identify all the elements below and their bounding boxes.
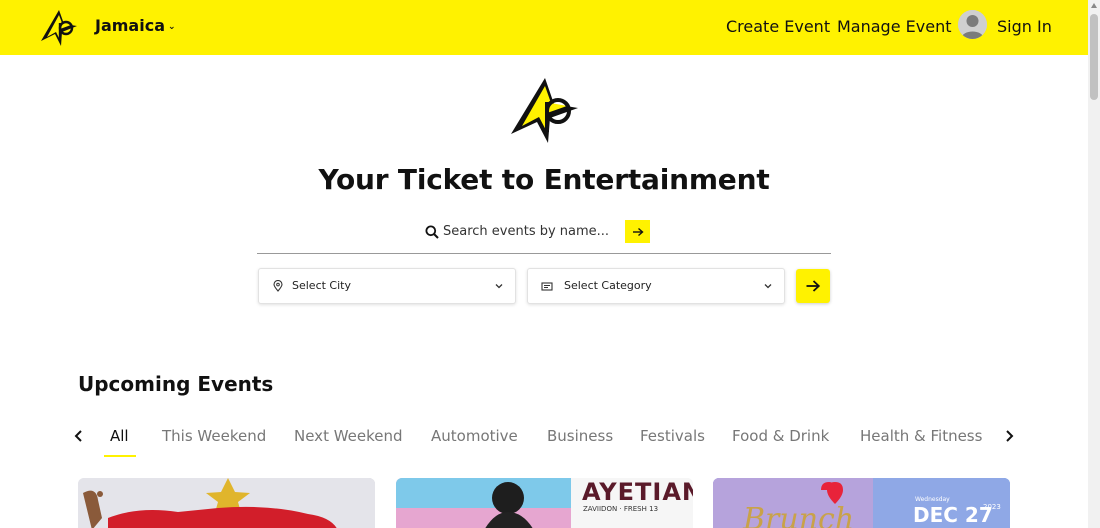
page-scrollbar[interactable] — [1088, 0, 1100, 528]
location-pin-icon — [273, 280, 283, 292]
chevron-right-icon[interactable] — [1002, 428, 1016, 444]
tab-next-weekend[interactable]: Next Weekend — [294, 427, 403, 445]
region-selector[interactable]: Jamaica ⌄ — [95, 16, 176, 35]
tab-business[interactable]: Business — [547, 427, 613, 445]
hero-ap-logo-icon — [511, 78, 578, 143]
city-select[interactable]: Select City — [258, 268, 516, 304]
region-label: Jamaica — [95, 16, 165, 35]
tab-all[interactable]: All — [110, 427, 129, 445]
arrow-right-icon — [632, 227, 644, 236]
filter-submit-button[interactable] — [796, 269, 830, 303]
card-headline: AYETIAN — [582, 478, 693, 506]
chevron-down-icon — [764, 284, 772, 289]
search-submit-button[interactable] — [625, 220, 650, 243]
event-card[interactable]: Brunch Wednesday DEC 27 2023 — [713, 478, 1010, 528]
page-title: Your Ticket to Entertainment — [318, 163, 770, 196]
event-card[interactable] — [78, 478, 375, 528]
sign-in-link[interactable]: Sign In — [997, 17, 1052, 36]
section-title: Upcoming Events — [78, 372, 274, 396]
event-card[interactable]: AYETIAN ZAVIIDON · FRESH 13 — [396, 478, 693, 528]
chevron-left-icon[interactable] — [72, 428, 86, 444]
category-select[interactable]: Select Category — [527, 268, 785, 304]
scroll-up-icon[interactable] — [1091, 3, 1097, 8]
card-date: DEC 27 — [913, 503, 993, 527]
tab-food-drink[interactable]: Food & Drink — [732, 427, 829, 445]
tab-this-weekend[interactable]: This Weekend — [162, 427, 266, 445]
active-tab-indicator — [104, 455, 136, 457]
search-input[interactable] — [443, 220, 613, 242]
create-event-link[interactable]: Create Event — [726, 17, 830, 36]
city-select-label: Select City — [292, 279, 351, 292]
tab-festivals[interactable]: Festivals — [640, 427, 705, 445]
ticket-icon — [541, 282, 553, 291]
tab-automotive[interactable]: Automotive — [431, 427, 518, 445]
page: Jamaica ⌄ Create Event Manage Event Sign… — [0, 0, 1100, 528]
card-year: 2023 — [983, 503, 1001, 511]
top-header: Jamaica ⌄ Create Event Manage Event Sign… — [0, 0, 1088, 55]
search-icon — [425, 225, 439, 239]
search-bar — [257, 216, 831, 254]
card-day: Wednesday — [915, 496, 950, 503]
ap-logo-icon[interactable] — [38, 8, 80, 48]
manage-event-link[interactable]: Manage Event — [837, 17, 951, 36]
chevron-down-icon: ⌄ — [167, 22, 176, 32]
arrow-right-icon — [806, 280, 821, 292]
category-select-label: Select Category — [564, 279, 652, 292]
tab-health-fitness[interactable]: Health & Fitness — [860, 427, 982, 445]
scrollbar-thumb[interactable] — [1090, 14, 1098, 100]
avatar[interactable] — [958, 10, 987, 39]
card-subheadline: ZAVIIDON · FRESH 13 — [583, 505, 659, 513]
chevron-down-icon — [495, 284, 503, 289]
event-card-image — [78, 478, 375, 528]
user-silhouette-icon — [958, 10, 987, 39]
card-script-title: Brunch — [743, 502, 855, 528]
